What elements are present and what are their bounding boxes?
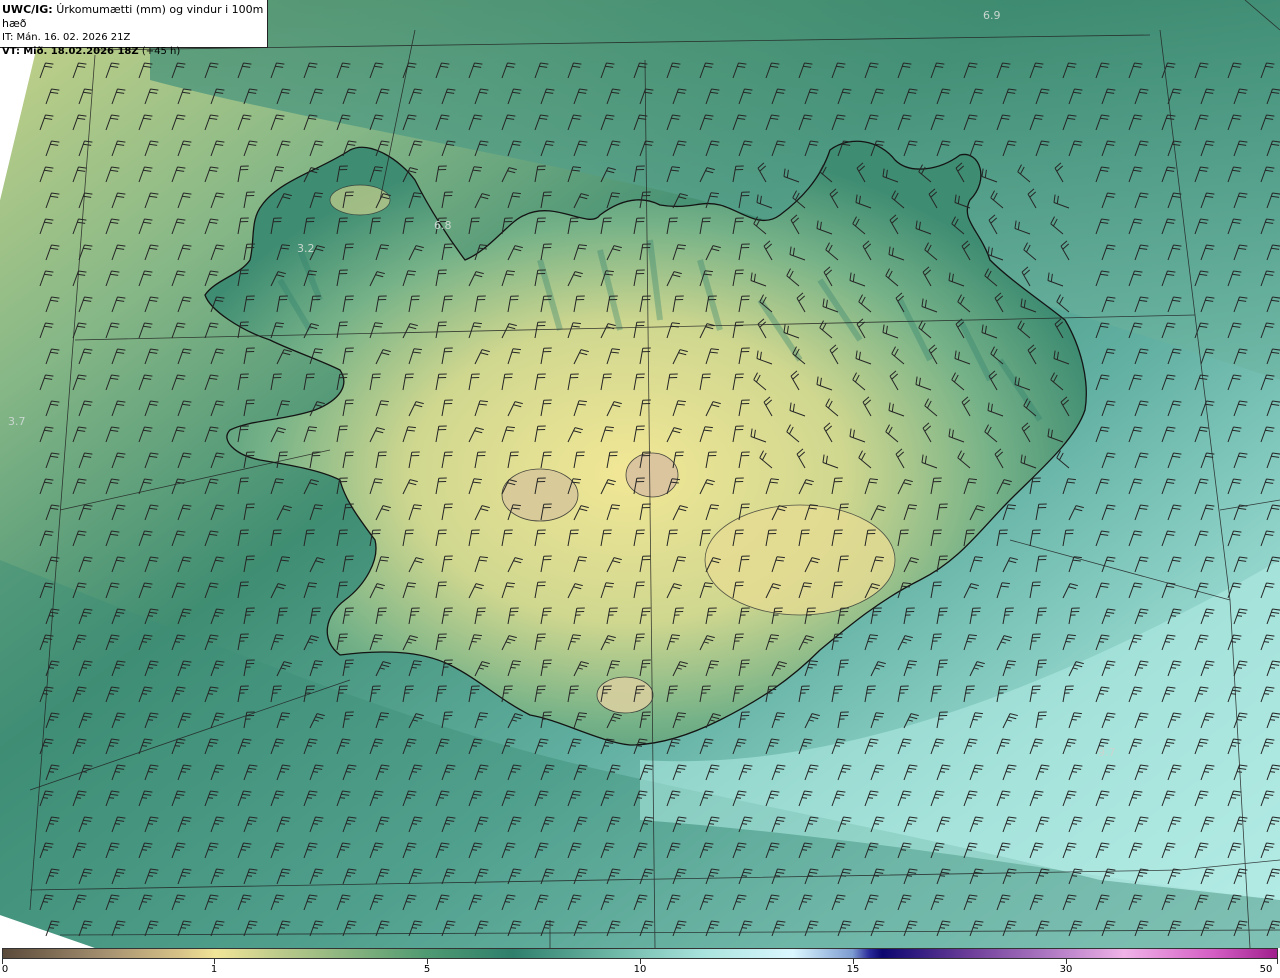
precipitation-map <box>0 0 1280 948</box>
glacier-vatnajokull <box>704 504 896 616</box>
glacier-myrdalsjokull <box>596 676 654 714</box>
map-value-label: 3.7 <box>8 415 26 428</box>
valid-prefix: VT: <box>2 46 21 57</box>
colorbar-label: 10 <box>633 964 647 975</box>
colorbar-legend: 0 1 5 10 15 30 50 <box>0 948 1280 978</box>
glacier-hofsjokull <box>625 452 679 498</box>
colorbar-label: 50 <box>1259 964 1273 975</box>
map-value-label: 6.9 <box>983 9 1001 22</box>
map-value-label: 6.8 <box>434 219 452 232</box>
colorbar-label: 0 <box>1 964 9 975</box>
lead-time: (+45 h) <box>141 46 181 57</box>
model-name: UWC/IG: <box>2 3 53 16</box>
title-line: UWC/IG: Úrkomumætti (mm) og vindur i 100… <box>2 3 267 31</box>
valid-time: Mið. 18.02.2026 18Z <box>23 46 139 57</box>
title-panel: UWC/IG: Úrkomumætti (mm) og vindur i 100… <box>0 0 268 57</box>
map-value-label: 9.7 <box>1098 746 1116 759</box>
valid-time-line: VT: Mið. 18.02.2026 18Z (+45 h) <box>2 45 267 59</box>
glacier-drangajokull <box>329 184 391 216</box>
colorbar-label: 15 <box>846 964 860 975</box>
glacier-langjokull <box>501 468 579 522</box>
colorbar-label: 5 <box>423 964 431 975</box>
init-time: IT: Mán. 16. 02. 2026 21Z <box>2 32 131 43</box>
colorbar-label: 30 <box>1059 964 1073 975</box>
map-area: 3.2 6.8 6.9 3.7 9.7 <box>0 0 1280 948</box>
colorbar-tick <box>1277 958 1278 964</box>
map-value-label: 3.2 <box>297 242 315 255</box>
colorbar-label: 1 <box>210 964 218 975</box>
